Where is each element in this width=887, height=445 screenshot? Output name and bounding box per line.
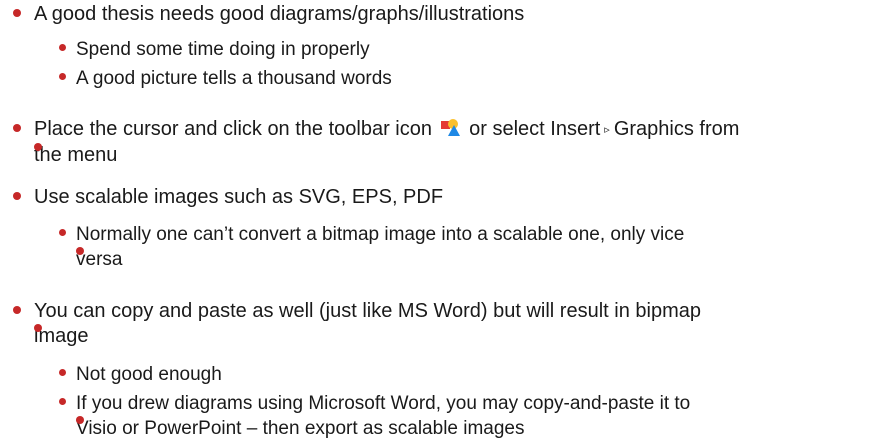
subbullet-microsoft-word: If you drew diagrams using Microsoft Wor… [58,391,691,416]
bullet-copy-paste: You can copy and paste as well (just lik… [13,299,701,324]
bullet-text: You can copy and paste as well (just lik… [34,300,701,322]
menu-arrow-icon: ▹ [604,124,610,136]
insert-graphics-icon [440,118,462,138]
bullet-text: Place the cursor and click on the toolba… [34,118,432,140]
subbullet-microsoft-word-cont: Visio or PowerPoint – then export as sca… [76,416,525,441]
slide-content: A good thesis needs good diagrams/graphs… [0,0,887,445]
bullet-place-cursor: Place the cursor and click on the toolba… [12,117,740,143]
subbullet-convert-bitmap-cont: versa [76,247,122,272]
bullet-scalable-images: Use scalable images such as SVG, EPS, PD… [12,185,444,210]
bullet-text: the menu [34,144,118,166]
subbullet-picture-words: A good picture tells a thousand words [59,66,392,91]
bullet-text: Graphics from [613,118,740,140]
bullet-copy-paste-cont: image [34,324,88,349]
bullet-text: A good picture tells a thousand words [76,68,392,89]
bullet-text: or select Insert [469,118,601,140]
subbullet-spend-time: Spend some time doing in properly [59,37,370,62]
subbullet-convert-bitmap: Normally one can’t convert a bitmap imag… [58,222,685,247]
bullet-text: If you drew diagrams using Microsoft Wor… [76,393,691,414]
bullet-text: Normally one can’t convert a bitmap imag… [76,224,685,245]
bullet-good-diagrams: A good thesis needs good diagrams/graphs… [12,2,525,27]
bullet-text: Not good enough [76,364,222,385]
bullet-text: A good thesis needs good diagrams/graphs… [34,3,525,25]
bullet-text: image [34,325,89,347]
bullet-place-cursor-cont: the menu [34,143,117,168]
bullet-text: Spend some time doing in properly [76,39,370,60]
bullet-text: Use scalable images such as SVG, EPS, PD… [34,186,444,208]
bullet-text: versa [76,249,123,270]
bullet-text: Visio or PowerPoint – then export as sca… [76,418,525,439]
subbullet-not-good: Not good enough [59,362,222,387]
